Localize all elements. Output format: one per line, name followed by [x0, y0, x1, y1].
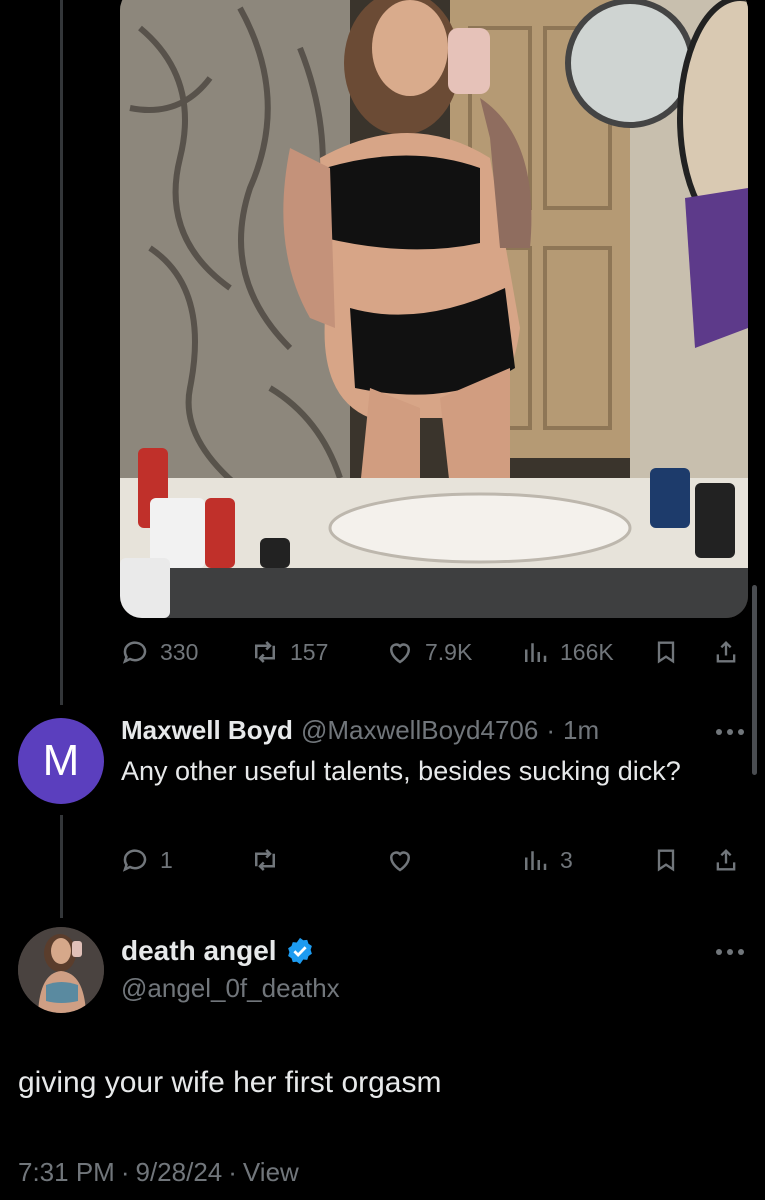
view-count: 166K [560, 638, 614, 665]
bookmark-button[interactable] [652, 632, 680, 672]
share-icon [716, 849, 736, 871]
thread-connector-line [60, 0, 63, 705]
heart-icon [389, 643, 411, 664]
bookmark-icon [657, 641, 675, 664]
repost-icon [255, 641, 275, 663]
more-dots-icon [716, 729, 722, 735]
bar-chart-icon [525, 643, 547, 662]
thread-connector-line [60, 815, 63, 918]
repost-button[interactable]: 157 [250, 632, 328, 672]
separator: · [120, 1157, 130, 1187]
tweet-time[interactable]: 7:31 PM [18, 1157, 115, 1188]
separator: · [228, 1157, 237, 1187]
avatar-letter: M [42, 736, 80, 785]
profile-photo [18, 927, 104, 1013]
bookmark-icon [657, 849, 675, 872]
more-options-button[interactable] [712, 726, 748, 738]
author-name-row: death angel [121, 935, 315, 967]
share-button[interactable] [712, 632, 740, 672]
repost-button[interactable] [250, 840, 290, 880]
reply-button[interactable]: 1 [120, 840, 173, 880]
tweet-meta: 7:31 PM · 9/28/24 · View [18, 1157, 299, 1188]
like-button[interactable] [385, 840, 425, 880]
post-image[interactable] [120, 0, 748, 618]
repost-icon [255, 849, 275, 871]
reply-button[interactable]: 330 [120, 632, 198, 672]
reply-author-handle[interactable]: @MaxwellBoyd4706 [301, 715, 538, 746]
reply-time[interactable]: 1m [563, 715, 599, 746]
share-icon [716, 641, 736, 663]
reply-author-name[interactable]: Maxwell Boyd [121, 715, 293, 746]
scrollbar[interactable] [752, 585, 757, 775]
reply-count: 330 [160, 638, 199, 665]
bar-chart-icon [525, 851, 547, 870]
bookmark-button[interactable] [652, 840, 680, 880]
repost-count: 157 [290, 638, 329, 665]
reply-header: Maxwell Boyd @MaxwellBoyd4706 · 1m [121, 715, 599, 746]
share-button[interactable] [712, 840, 740, 880]
more-options-button[interactable] [712, 946, 748, 958]
view-link[interactable]: View [243, 1157, 299, 1188]
photo-illustration [120, 0, 748, 618]
more-dots-icon [716, 949, 722, 955]
author-handle[interactable]: @angel_0f_deathx [121, 973, 340, 1004]
verified-badge-icon[interactable] [285, 936, 315, 966]
speech-bubble-icon [122, 641, 147, 664]
avatar[interactable]: M [18, 718, 104, 804]
separator: · [546, 715, 556, 745]
reply-text: Any other useful talents, besides suckin… [121, 756, 681, 786]
reply-count: 1 [160, 846, 173, 873]
view-count: 3 [560, 846, 573, 873]
reply-action-bar: 1 3 [120, 840, 748, 880]
tweet-date[interactable]: 9/28/24 [136, 1157, 223, 1188]
like-button[interactable]: 7.9K [385, 632, 472, 672]
thread-view: 330 157 7.9K 166K M Maxwell Boyd @Maxwel… [0, 0, 765, 1200]
views-button[interactable]: 3 [520, 840, 573, 880]
tweet-text: giving your wife her first orgasm [18, 1066, 442, 1099]
speech-bubble-icon [122, 849, 147, 872]
post-action-bar: 330 157 7.9K 166K [120, 632, 748, 672]
heart-icon [389, 851, 411, 872]
avatar[interactable] [18, 927, 104, 1013]
like-count: 7.9K [425, 638, 473, 665]
author-name[interactable]: death angel [121, 935, 277, 967]
views-button[interactable]: 166K [520, 632, 614, 672]
